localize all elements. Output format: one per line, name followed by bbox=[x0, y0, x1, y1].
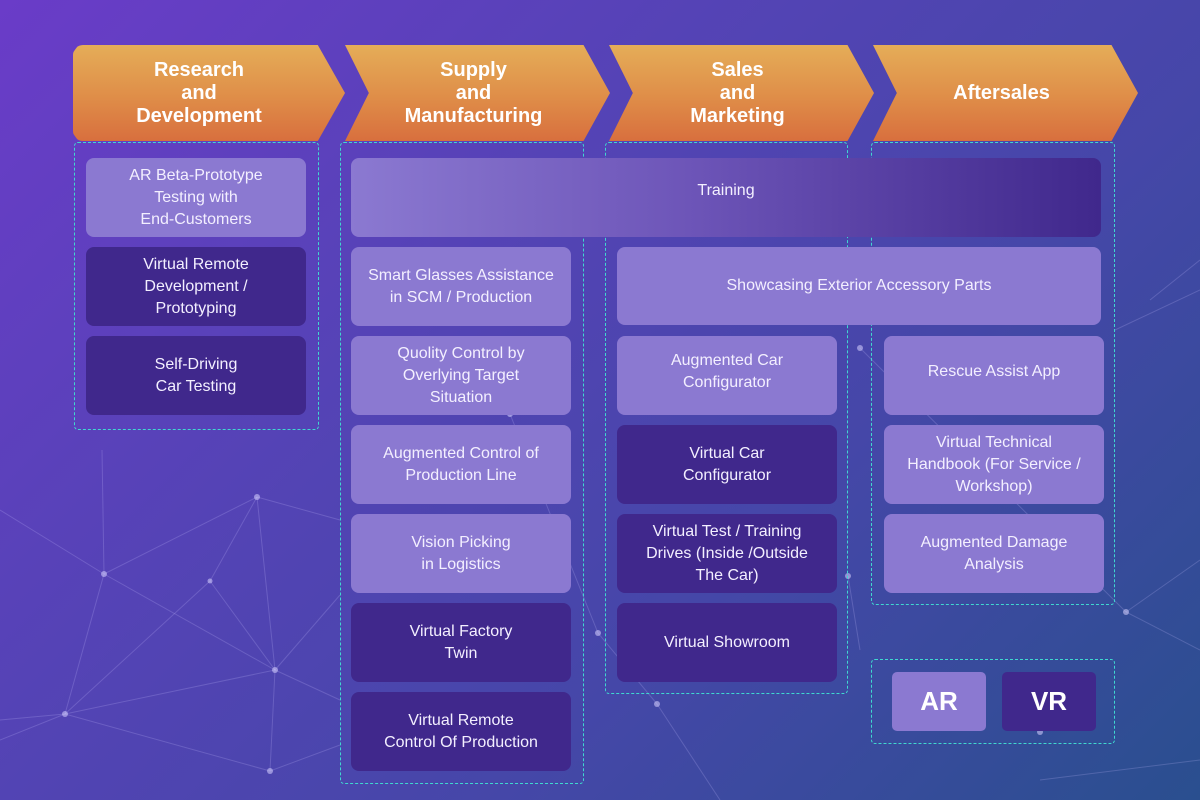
stage-research-development: Research and Development bbox=[73, 45, 345, 141]
card-label: Training bbox=[697, 182, 755, 199]
legend-ar-label: AR bbox=[920, 686, 958, 716]
card-virtual-car-configurator: Virtual Car Configurator bbox=[617, 425, 837, 504]
card-label: Showcasing Exterior Accessory Parts bbox=[726, 277, 992, 294]
card-virtual-technical-handbook: Virtual Technical Handbook (For Service … bbox=[884, 425, 1104, 504]
card-label: Virtual Technical Handbook (For Service … bbox=[907, 433, 1081, 495]
card-label: Quolity Control by Overlying Target Situ… bbox=[397, 344, 525, 406]
card-augmented-car-configurator: Augmented Car Configurator bbox=[617, 336, 837, 415]
legend-vr: VR bbox=[1002, 672, 1096, 731]
card-label: Rescue Assist App bbox=[927, 363, 1061, 380]
card-vision-picking-logistics: Vision Picking in Logistics bbox=[351, 514, 571, 593]
card-label: Virtual Factory Twin bbox=[409, 622, 513, 662]
card-label: Smart Glasses Assistance in SCM / Produc… bbox=[368, 266, 554, 306]
card-virtual-test-training-drives: Virtual Test / Training Drives (Inside /… bbox=[617, 514, 837, 593]
card-virtual-factory-twin: Virtual Factory Twin bbox=[351, 603, 571, 682]
legend-ar: AR bbox=[892, 672, 986, 731]
card-label: Self-Driving Car Testing bbox=[154, 355, 238, 395]
card-label: Virtual Remote Development / Prototyping bbox=[143, 255, 249, 317]
card-training: Training bbox=[351, 158, 1101, 237]
stage-label: Sales and Marketing bbox=[690, 58, 785, 127]
card-augmented-control-production-line: Augmented Control of Production Line bbox=[351, 425, 571, 504]
legend-vr-label: VR bbox=[1030, 686, 1068, 716]
stage-label: Aftersales bbox=[953, 81, 1050, 104]
card-label: Virtual Car Configurator bbox=[682, 444, 772, 484]
stage-aftersales: Aftersales bbox=[873, 45, 1138, 141]
card-ar-beta-prototype-testing: AR Beta-Prototype Testing with End-Custo… bbox=[86, 158, 306, 237]
card-smart-glasses-assistance: Smart Glasses Assistance in SCM / Produc… bbox=[351, 247, 571, 326]
card-virtual-remote-development: Virtual Remote Development / Prototyping bbox=[86, 247, 306, 326]
card-self-driving-car-testing: Self-Driving Car Testing bbox=[86, 336, 306, 415]
stage-label: Research and Development bbox=[136, 58, 262, 127]
card-augmented-damage-analysis: Augmented Damage Analysis bbox=[884, 514, 1104, 593]
stage-label: Supply and Manufacturing bbox=[404, 58, 543, 127]
card-virtual-showroom: Virtual Showroom bbox=[617, 603, 837, 682]
card-quality-control-overlay: Quolity Control by Overlying Target Situ… bbox=[351, 336, 571, 415]
card-rescue-assist-app: Rescue Assist App bbox=[884, 336, 1104, 415]
stage-sales-marketing: Sales and Marketing bbox=[609, 45, 874, 141]
card-label: Vision Picking in Logistics bbox=[411, 533, 511, 573]
card-label: Augmented Car Configurator bbox=[670, 352, 784, 391]
card-label: Virtual Remote Control Of Production bbox=[384, 711, 538, 751]
card-label: Virtual Test / Training Drives (Inside /… bbox=[646, 522, 808, 584]
card-label: Augmented Control of Production Line bbox=[383, 444, 539, 484]
card-label: AR Beta-Prototype Testing with End-Custo… bbox=[129, 166, 263, 228]
card-label: Virtual Showroom bbox=[664, 633, 790, 651]
card-virtual-remote-control-production: Virtual Remote Control Of Production bbox=[351, 692, 571, 771]
card-label: Augmented Damage Analysis bbox=[920, 533, 1068, 573]
card-showcasing-exterior-accessory-parts: Showcasing Exterior Accessory Parts bbox=[617, 247, 1101, 325]
stage-supply-manufacturing: Supply and Manufacturing bbox=[345, 45, 610, 141]
